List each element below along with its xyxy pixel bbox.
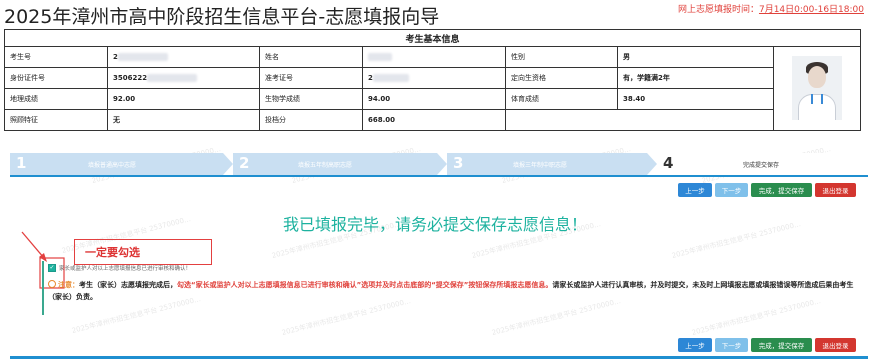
step-arrow xyxy=(437,153,447,175)
masked-value xyxy=(372,74,409,83)
label-filing-score: 投档分 xyxy=(259,109,363,131)
step-label: 填报五年制高职志愿 xyxy=(298,162,353,169)
label-name: 姓名 xyxy=(259,46,363,69)
logout-button-bottom[interactable]: 退出登录 xyxy=(815,338,856,352)
value-candidate-number: 2 xyxy=(107,46,260,69)
label-admission-number: 准考证号 xyxy=(259,67,363,90)
deadline-notice: 网上志愿填报时间：7月14日0:00-16日18:00 xyxy=(678,2,864,15)
label-gender: 性别 xyxy=(505,46,618,69)
notice-text: 注意：考生（家长）志愿填报完成后，勾选“家长或监护人对以上志愿填报信息已进行审核… xyxy=(48,279,856,303)
step-arrow xyxy=(223,153,233,175)
next-step-button-bottom[interactable]: 下一步 xyxy=(715,338,748,352)
step-progress: 1 填报普通高中志愿 2 填报五年制高职志愿 3 填报三年制中职志愿 4 完成提… xyxy=(10,153,868,175)
value-biology-score: 94.00 xyxy=(362,88,506,111)
step-underline xyxy=(10,175,868,177)
student-info-heading: 考生基本信息 xyxy=(3,28,862,48)
deadline-range: 7月14日0:00-16日18:00 xyxy=(758,5,864,15)
student-photo xyxy=(792,55,843,120)
masked-value xyxy=(117,53,168,62)
step-arrow xyxy=(647,153,657,175)
bottom-accent-line xyxy=(10,356,868,359)
notice-part1: 考生（家长）志愿填报完成后， xyxy=(79,281,177,289)
confirm-checkbox-label[interactable]: 家长或监护人对以上志愿填报信息已进行审核和确认！ xyxy=(59,264,191,272)
empty-cell xyxy=(505,109,774,131)
next-step-button[interactable]: 下一步 xyxy=(715,183,748,197)
label-geography-score: 地理成绩 xyxy=(4,88,108,111)
value-filing-score: 668.00 xyxy=(362,109,506,131)
value-admission-number: 2 xyxy=(362,67,506,90)
step-number: 3 xyxy=(453,154,464,172)
step-label: 完成提交保存 xyxy=(743,162,780,169)
page-title: 2025年漳州市高中阶段招生信息平台-志愿填报向导 xyxy=(4,6,440,28)
step-4[interactable]: 4 完成提交保存 xyxy=(657,153,868,175)
label-id-number: 身份证件号 xyxy=(4,67,108,90)
step-1[interactable]: 1 填报普通高中志愿 xyxy=(10,153,223,175)
deadline-label: 网上志愿填报时间： xyxy=(677,5,759,15)
step-label: 填报三年制中职志愿 xyxy=(513,162,568,169)
value-name xyxy=(362,46,506,69)
confirm-checkbox[interactable]: ✓ xyxy=(48,264,56,272)
masked-value xyxy=(368,53,392,62)
value-pe-score: 38.40 xyxy=(617,88,774,111)
step-number: 2 xyxy=(239,154,250,172)
value-id-number: 3506222 xyxy=(107,67,260,90)
prev-step-button[interactable]: 上一步 xyxy=(678,183,712,197)
notice-label: 注意： xyxy=(58,281,79,289)
student-info-table: 考生基本信息 考生号 2 姓名 性别 男 身份证件号 3506222 准考证号 … xyxy=(3,28,862,131)
submit-save-button[interactable]: 完成，提交保存 xyxy=(751,183,812,197)
student-photo-cell xyxy=(772,46,862,131)
prev-step-button-bottom[interactable]: 上一步 xyxy=(678,338,712,352)
label-directed-qualification: 定向生资格 xyxy=(505,67,618,90)
masked-value xyxy=(147,74,198,83)
step-number: 1 xyxy=(16,154,27,172)
confirm-checkbox-row[interactable]: ✓ 家长或监护人对以上志愿填报信息已进行审核和确认！ xyxy=(48,264,191,272)
label-biology-score: 生物学成绩 xyxy=(259,88,363,111)
value-care-feature: 无 xyxy=(107,109,260,131)
label-pe-score: 体育成绩 xyxy=(505,88,618,111)
value-geography-score: 92.00 xyxy=(107,88,260,111)
submit-save-button-bottom[interactable]: 完成，提交保存 xyxy=(751,338,812,352)
step-3[interactable]: 3 填报三年制中职志愿 xyxy=(447,153,647,175)
label-candidate-number: 考生号 xyxy=(4,46,108,69)
completion-message: 我已填报完毕，请务必提交保存志愿信息！ xyxy=(282,215,587,234)
step-2[interactable]: 2 填报五年制高职志愿 xyxy=(233,153,437,175)
value-gender: 男 xyxy=(617,46,774,69)
notice-part2: 勾选“家长或监护人对以上志愿填报信息已进行审核和确认”选项并及时点击底部的“提交… xyxy=(177,281,553,289)
value-directed-qualification: 有，学籍满2年 xyxy=(617,67,774,90)
label-care-feature: 照顾特征 xyxy=(4,109,108,131)
step-label: 填报普通高中志愿 xyxy=(88,162,137,169)
info-circle-icon xyxy=(48,280,56,288)
step-number: 4 xyxy=(663,154,674,172)
logout-button[interactable]: 退出登录 xyxy=(815,183,856,197)
